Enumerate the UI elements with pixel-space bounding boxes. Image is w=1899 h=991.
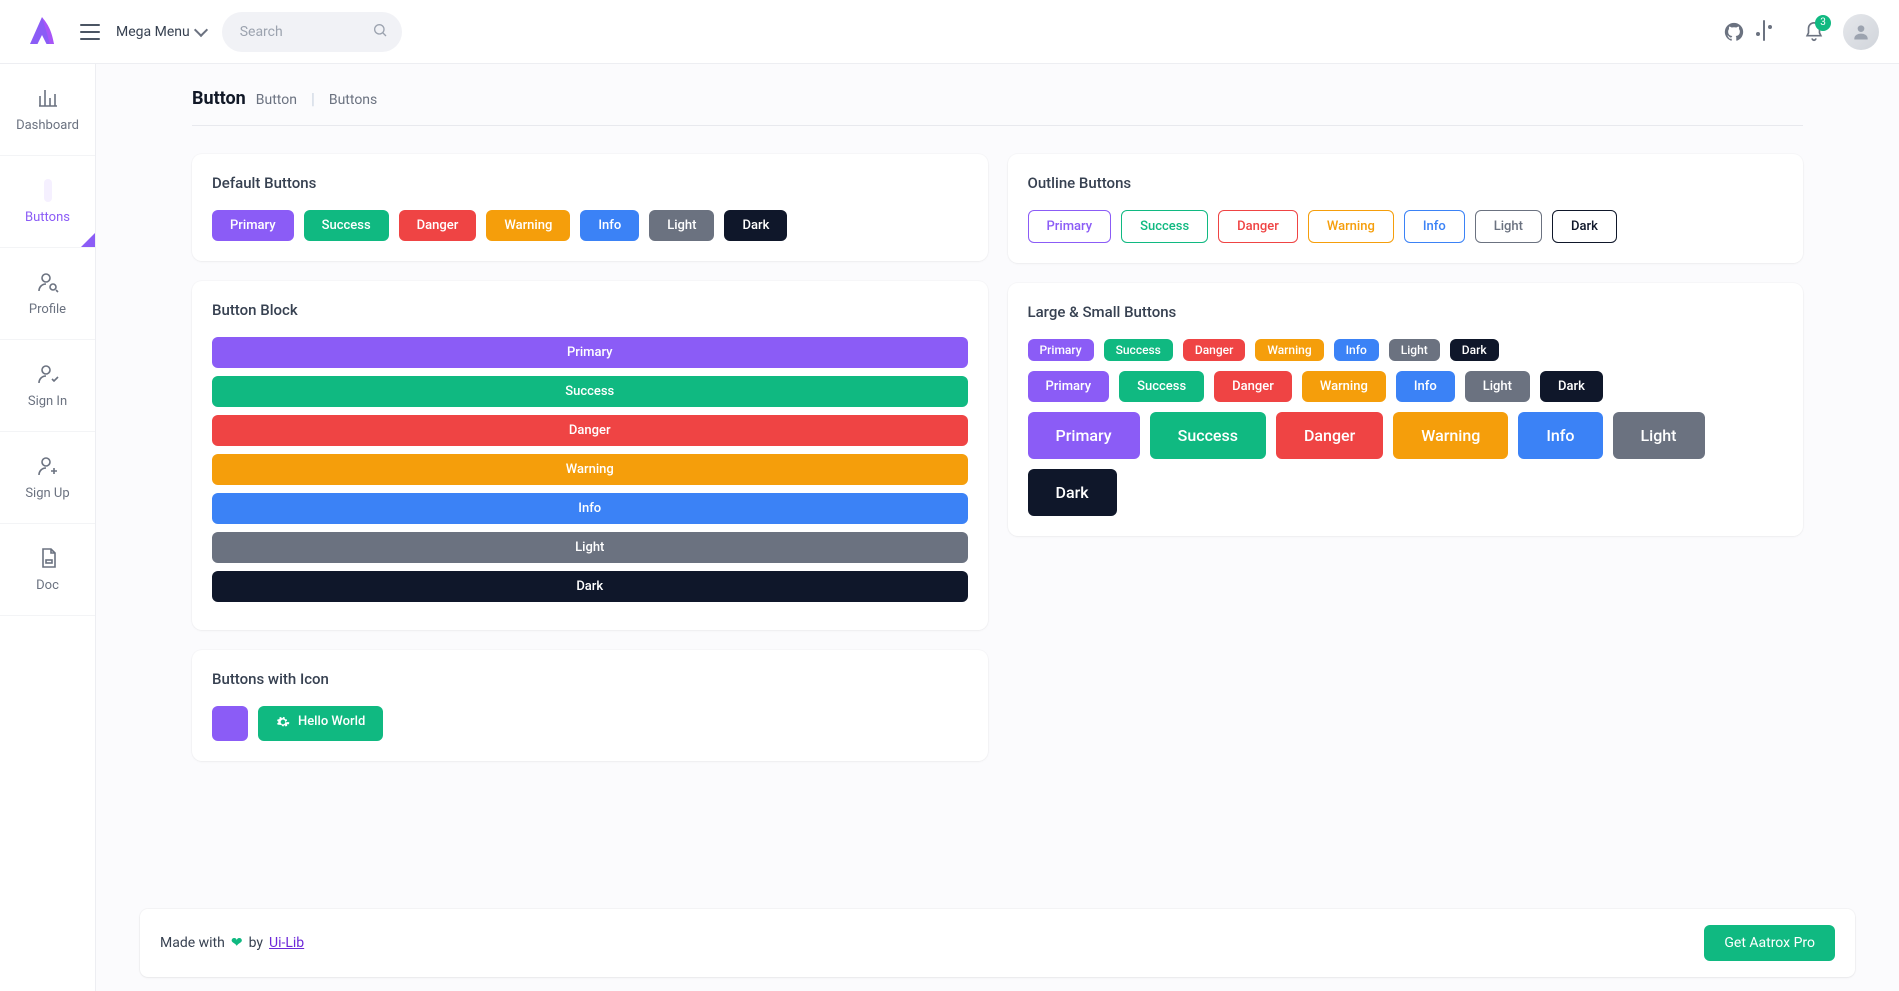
chart-icon [36, 86, 60, 110]
crumb-current: Buttons [329, 92, 377, 108]
sidebar-item-label: Doc [36, 578, 59, 593]
footer-made-with: Made with [160, 935, 225, 951]
avatar[interactable] [1843, 14, 1879, 50]
btn-block-success[interactable]: Success [212, 376, 968, 407]
footer-by: by [249, 935, 263, 951]
github-icon[interactable] [1723, 21, 1745, 43]
card-title: Default Buttons [212, 174, 968, 192]
search-icon [372, 22, 388, 42]
btn-outline-success[interactable]: Success [1121, 210, 1208, 243]
btn-success[interactable]: Success [304, 210, 389, 241]
btn-md-success[interactable]: Success [1119, 371, 1204, 402]
sidebar-item-dashboard[interactable]: Dashboard [0, 64, 95, 156]
card-title: Large & Small Buttons [1028, 303, 1784, 321]
cta-get-pro[interactable]: Get Aatrox Pro [1704, 925, 1835, 961]
btn-lg-primary[interactable]: Primary [1028, 412, 1140, 459]
btn-lg-info[interactable]: Info [1518, 412, 1602, 459]
btn-md-info[interactable]: Info [1396, 371, 1455, 402]
card-button-block: Button Block Primary Success Danger Warn… [192, 281, 988, 630]
btn-info[interactable]: Info [580, 210, 639, 241]
sidebar-item-signin[interactable]: Sign In [0, 340, 95, 432]
mega-menu-label: Mega Menu [116, 24, 190, 40]
btn-block-danger[interactable]: Danger [212, 415, 968, 446]
crumb-separator: | [311, 89, 315, 108]
btn-lg-dark[interactable]: Dark [1028, 469, 1117, 516]
sidebar-item-label: Profile [29, 302, 66, 317]
card-size-buttons: Large & Small Buttons Primary Success Da… [1008, 283, 1804, 536]
sidebar-item-label: Dashboard [16, 118, 79, 133]
menu-toggle-icon[interactable] [80, 24, 100, 40]
card-default-buttons: Default Buttons Primary Success Danger W… [192, 154, 988, 261]
btn-lg-success[interactable]: Success [1150, 412, 1266, 459]
sidebar-item-buttons[interactable]: Buttons [0, 156, 95, 248]
sidebar-item-signup[interactable]: Sign Up [0, 432, 95, 524]
user-search-icon [36, 270, 60, 294]
btn-outline-info[interactable]: Info [1404, 210, 1465, 243]
card-title: Buttons with Icon [212, 670, 968, 688]
btn-md-dark[interactable]: Dark [1540, 371, 1603, 402]
sidebar-item-label: Sign In [28, 394, 67, 409]
btn-sm-warning[interactable]: Warning [1255, 339, 1323, 361]
sidebar-item-profile[interactable]: Profile [0, 248, 95, 340]
btn-sm-dark[interactable]: Dark [1450, 339, 1499, 361]
btn-warning[interactable]: Warning [486, 210, 570, 241]
btn-sm-danger[interactable]: Danger [1183, 339, 1245, 361]
btn-block-info[interactable]: Info [212, 493, 968, 524]
btn-sm-success[interactable]: Success [1104, 339, 1173, 361]
btn-sm-light[interactable]: Light [1389, 339, 1440, 361]
btn-block-primary[interactable]: Primary [212, 337, 968, 368]
btn-icon-label[interactable]: Hello World [258, 706, 383, 741]
btn-block-dark[interactable]: Dark [212, 571, 968, 602]
crumb-parent[interactable]: Button [256, 92, 297, 108]
btn-danger[interactable]: Danger [399, 210, 477, 241]
chevron-down-icon [194, 22, 208, 36]
btn-md-danger[interactable]: Danger [1214, 371, 1292, 402]
btn-label: Hello World [298, 714, 365, 729]
btn-light[interactable]: Light [649, 210, 714, 241]
btn-sm-primary[interactable]: Primary [1028, 339, 1094, 361]
dice-icon[interactable] [1763, 21, 1785, 43]
btn-outline-dark[interactable]: Dark [1552, 210, 1617, 243]
user-check-icon [36, 362, 60, 386]
btn-md-primary[interactable]: Primary [1028, 371, 1110, 402]
sidebar-item-label: Buttons [25, 210, 70, 225]
btn-lg-light[interactable]: Light [1613, 412, 1705, 459]
btn-lg-danger[interactable]: Danger [1276, 412, 1383, 459]
btn-outline-light[interactable]: Light [1475, 210, 1542, 243]
heart-icon: ❤ [231, 935, 243, 951]
btn-primary[interactable]: Primary [212, 210, 294, 241]
card-title: Button Block [212, 301, 968, 319]
btn-lg-warning[interactable]: Warning [1393, 412, 1508, 459]
btn-icon-only[interactable] [212, 706, 248, 741]
btn-md-warning[interactable]: Warning [1302, 371, 1386, 402]
card-outline-buttons: Outline Buttons Primary Success Danger W… [1008, 154, 1804, 263]
document-icon [36, 546, 60, 570]
gear-icon [276, 715, 290, 729]
btn-sm-info[interactable]: Info [1334, 339, 1379, 361]
btn-block-light[interactable]: Light [212, 532, 968, 563]
btn-outline-warning[interactable]: Warning [1308, 210, 1394, 243]
card-buttons-with-icon: Buttons with Icon Hello World [192, 650, 988, 761]
page-title: Button [192, 88, 246, 109]
sidebar-item-doc[interactable]: Doc [0, 524, 95, 616]
btn-block-warning[interactable]: Warning [212, 454, 968, 485]
btn-md-light[interactable]: Light [1465, 371, 1530, 402]
user-plus-icon [36, 454, 60, 478]
notification-badge: 3 [1815, 15, 1831, 31]
app-logo[interactable] [20, 10, 64, 54]
btn-dark[interactable]: Dark [724, 210, 787, 241]
card-title: Outline Buttons [1028, 174, 1784, 192]
mega-menu-trigger[interactable]: Mega Menu [116, 24, 206, 40]
sidebar-item-label: Sign Up [25, 486, 69, 501]
btn-outline-primary[interactable]: Primary [1028, 210, 1112, 243]
breadcrumb: Button Button | Buttons [192, 88, 1803, 126]
footer-author-link[interactable]: Ui-Lib [269, 935, 304, 951]
btn-outline-danger[interactable]: Danger [1218, 210, 1298, 243]
bell-icon[interactable]: 3 [1803, 21, 1825, 43]
